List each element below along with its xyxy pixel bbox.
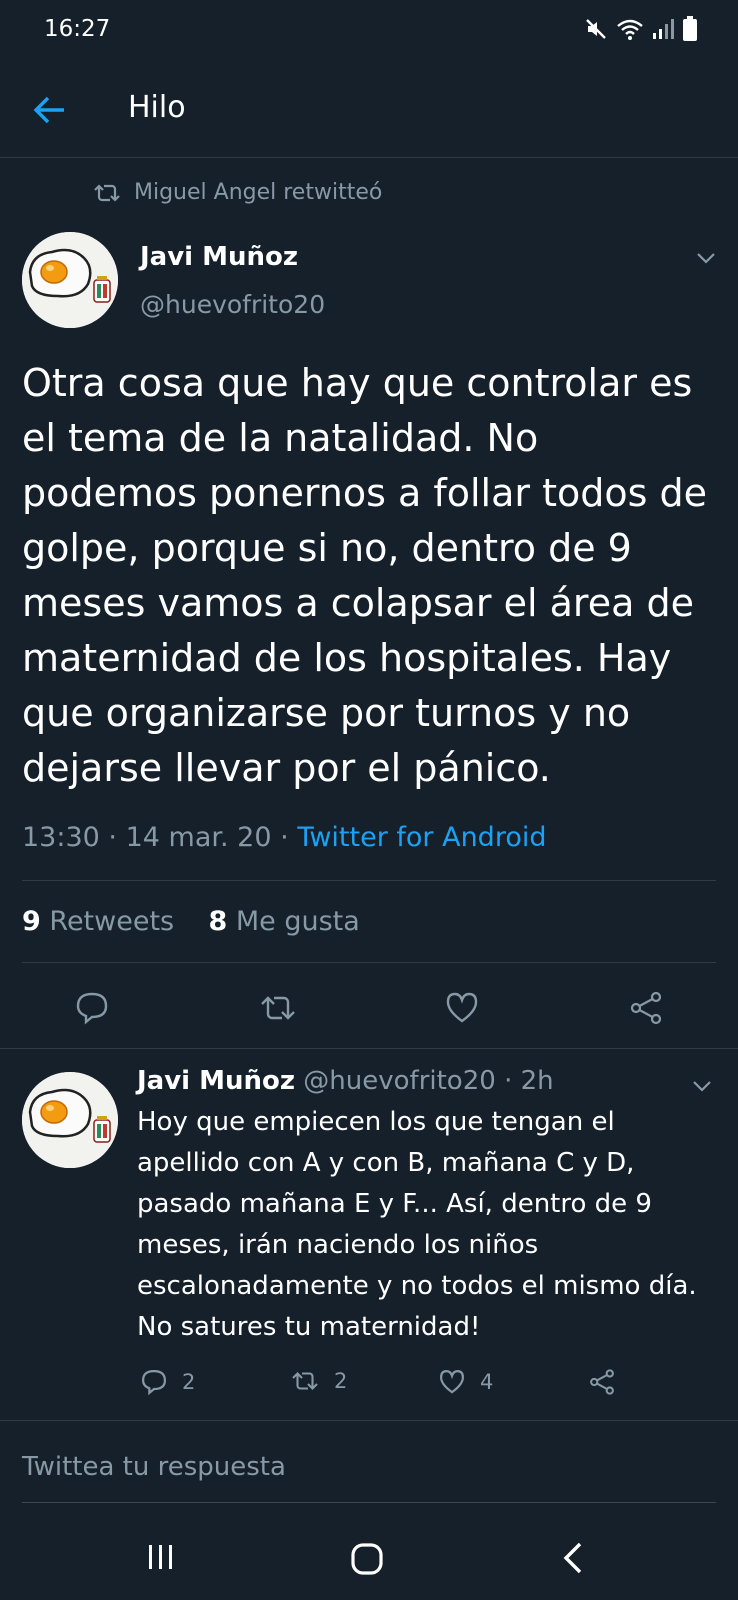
arrow-left-icon [33,96,64,124]
recent-apps-icon[interactable] [146,1542,176,1572]
divider [22,962,716,963]
compose-underline [22,1502,716,1503]
reply-button[interactable] [74,990,110,1030]
share-icon [590,1369,614,1395]
author-handle[interactable]: @huevofrito20 [140,290,325,319]
likes-count: 8 [208,906,228,937]
reply-age: 2h [520,1066,554,1096]
reply-icon [142,1370,166,1396]
reply-header: Javi Muñoz @huevofrito20 · 2h [137,1066,554,1096]
battery-icon [683,16,697,41]
fried-egg-avatar-icon [22,1072,118,1168]
retweets-label: Retweets [49,906,175,937]
share-button[interactable] [628,990,664,1030]
share-icon [630,991,662,1025]
retweet-icon [292,1372,318,1390]
like-button[interactable] [444,990,480,1030]
divider [0,1420,738,1421]
system-nav-bar [0,1520,738,1600]
mute-icon [586,19,606,39]
home-icon[interactable] [350,1542,384,1576]
status-bar: 16:27 [0,0,738,60]
thread-header: Hilo [0,60,738,158]
like-icon [446,992,478,1023]
reply-reply-button[interactable]: 2 [140,1368,195,1396]
avatar[interactable] [22,232,118,328]
reply-author-name[interactable]: Javi Muñoz [137,1066,295,1096]
reply-text: Hoy que empiecen los que tengan el apell… [137,1107,697,1342]
retweet-count: 2 [334,1369,348,1393]
reply-icon [76,992,108,1025]
reply-like-button[interactable]: 4 [438,1368,493,1396]
reply-retweet-button[interactable]: 2 [290,1368,347,1394]
back-button[interactable] [28,88,72,132]
tweet-date: 14 mar. 20 [125,822,272,853]
reply-compose-input[interactable]: Twittea tu respuesta [22,1452,286,1482]
reply-author-handle[interactable]: @huevofrito20 [303,1066,496,1096]
chevron-down-icon[interactable] [690,1074,714,1098]
retweet-context: Miguel Angel retwitteó [92,180,382,205]
wifi-icon [617,19,643,40]
like-count: 4 [480,1370,494,1394]
likes-stat[interactable]: 8 Me gusta [208,906,359,937]
author-name[interactable]: Javi Muñoz [140,242,298,272]
avatar[interactable] [22,1072,118,1168]
chevron-down-icon[interactable] [694,246,718,270]
divider [0,1048,738,1049]
signal-icon [653,19,674,39]
tweet-text: Otra cosa que hay que controlar es el te… [22,361,708,790]
reply-count: 2 [182,1370,196,1394]
tweet-time: 13:30 [22,822,100,853]
retweet-icon [261,996,295,1020]
retweet-button[interactable] [258,992,298,1028]
fried-egg-avatar-icon [22,232,118,328]
status-icons [584,16,698,42]
divider [22,880,716,881]
retweet-icon [94,183,120,202]
status-time: 16:27 [44,16,111,42]
page-title: Hilo [128,90,186,125]
like-icon [440,1370,464,1394]
meta-separator: · [108,822,117,853]
likes-label: Me gusta [235,906,360,937]
tweet-source-link[interactable]: Twitter for Android [297,822,546,853]
reply-share-button[interactable] [588,1368,616,1396]
tweet-stats: 9 Retweets 8 Me gusta [22,906,360,937]
back-icon[interactable] [560,1540,586,1576]
meta-separator: · [504,1066,513,1096]
retweets-stat[interactable]: 9 Retweets [22,906,183,937]
tweet-meta: 13:30 · 14 mar. 20 · Twitter for Android [22,822,546,853]
retweets-count: 9 [22,906,41,937]
retweet-context-text: Miguel Angel retwitteó [134,180,383,205]
meta-separator: · [280,822,289,853]
